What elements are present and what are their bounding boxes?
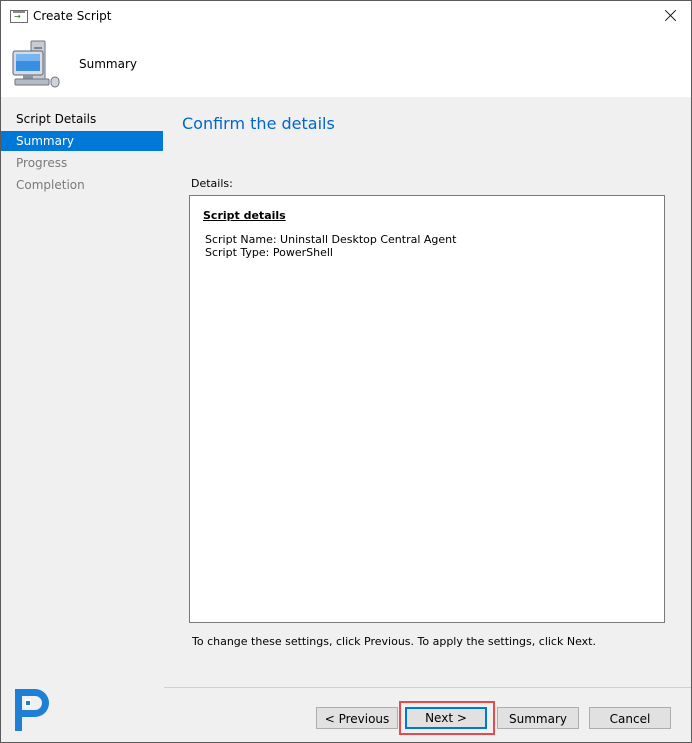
brand-logo-icon bbox=[15, 689, 49, 731]
script-name-line: Script Name: Uninstall Desktop Central A… bbox=[205, 233, 457, 246]
details-label: Details: bbox=[191, 177, 233, 190]
page-title: Confirm the details bbox=[182, 114, 335, 133]
header-title: Summary bbox=[79, 57, 137, 71]
cancel-button[interactable]: Cancel bbox=[589, 707, 671, 729]
nav-item-script-details[interactable]: Script Details bbox=[1, 109, 163, 129]
details-heading: Script details bbox=[203, 209, 286, 222]
nav-item-completion: Completion bbox=[16, 178, 85, 192]
instruction-text: To change these settings, click Previous… bbox=[192, 635, 596, 648]
nav-item-summary[interactable]: Summary bbox=[1, 131, 163, 151]
computer-icon bbox=[12, 40, 60, 88]
next-button-highlight bbox=[399, 701, 495, 735]
script-window-icon bbox=[10, 10, 28, 23]
close-icon[interactable] bbox=[651, 1, 691, 31]
nav-item-progress: Progress bbox=[16, 156, 68, 170]
create-script-window: Create Script Summary Script Details Sum… bbox=[0, 0, 692, 743]
main-panel: Confirm the details Details: Script deta… bbox=[164, 97, 691, 687]
script-type-line: Script Type: PowerShell bbox=[205, 246, 333, 259]
summary-button[interactable]: Summary bbox=[497, 707, 579, 729]
previous-button[interactable]: < Previous bbox=[316, 707, 398, 729]
wizard-nav: Script Details Summary Progress Completi… bbox=[1, 97, 164, 742]
title-bar: Create Script bbox=[1, 1, 691, 31]
details-box[interactable]: Script details Script Name: Uninstall De… bbox=[189, 195, 665, 623]
window-title: Create Script bbox=[33, 9, 112, 23]
wizard-header: Summary bbox=[1, 31, 691, 97]
footer-separator bbox=[164, 687, 691, 688]
